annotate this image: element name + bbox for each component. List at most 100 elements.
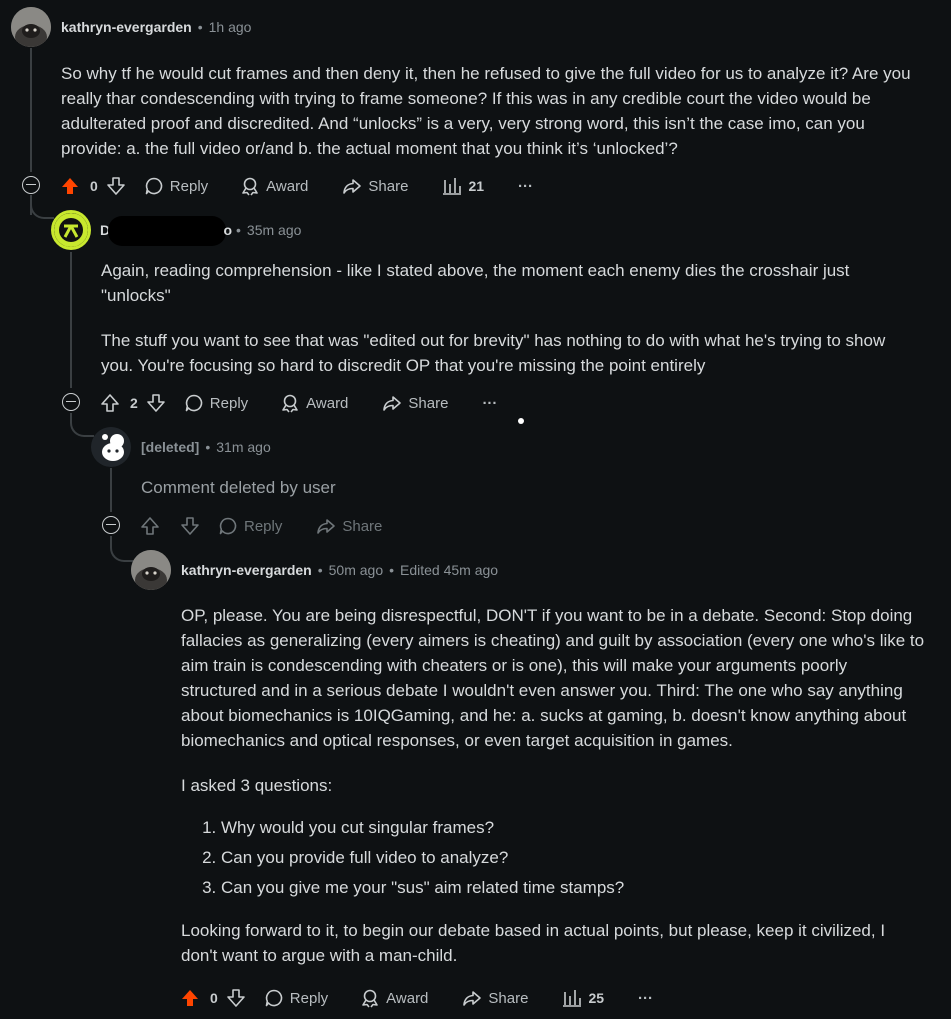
award-label: Award: [266, 177, 309, 195]
bar-chart-icon: [563, 990, 582, 1007]
bar-chart-icon: [443, 178, 462, 195]
collapse-button[interactable]: [62, 393, 80, 411]
list-item: Can you provide full video to analyze?: [221, 843, 926, 873]
downvote-button[interactable]: [226, 988, 246, 1008]
comment-actions: 0 Reply Award Share 25 ···: [180, 983, 653, 1013]
award-button[interactable]: Award: [240, 176, 308, 196]
share-button[interactable]: Share: [462, 988, 528, 1008]
award-label: Award: [306, 394, 349, 412]
share-label: Share: [368, 177, 409, 195]
deleted-message: Comment deleted by user: [141, 478, 336, 497]
downvote-button[interactable]: [146, 393, 166, 413]
comment-body: Again, reading comprehension - like I st…: [101, 258, 901, 378]
reply-icon: [145, 177, 163, 195]
award-icon: [362, 989, 378, 1008]
downvote-icon: [181, 517, 199, 535]
more-options-button[interactable]: ···: [518, 178, 533, 195]
collapse-button[interactable]: [22, 176, 40, 194]
upvote-icon: [141, 517, 159, 535]
meta-separator: •: [389, 562, 395, 578]
thread-connector: [70, 413, 94, 437]
downvote-icon: [146, 394, 165, 412]
comment-author: [deleted]: [141, 439, 200, 455]
avatar[interactable]: [131, 550, 171, 590]
reply-button[interactable]: Reply: [264, 988, 328, 1008]
comment-timestamp[interactable]: 1h ago: [209, 19, 252, 35]
list-item: Why would you cut singular frames?: [221, 813, 926, 843]
downvote-icon: [226, 989, 245, 1007]
comment-paragraph: The stuff you want to see that was "edit…: [101, 331, 886, 375]
more-options-icon: ···: [518, 177, 534, 195]
comment-timestamp[interactable]: 50m ago: [329, 562, 383, 578]
thread-line: [70, 252, 72, 388]
collapse-button[interactable]: [102, 516, 120, 534]
upvote-icon: [62, 178, 78, 194]
avatar[interactable]: [11, 7, 51, 47]
reply-label: Reply: [289, 989, 329, 1007]
thread-line: [30, 48, 32, 172]
list-item: Can you give me your "sus" aim related t…: [221, 873, 926, 903]
reply-button[interactable]: Reply: [184, 393, 248, 413]
more-options-icon: ···: [482, 394, 498, 412]
meta-separator: •: [205, 439, 211, 455]
edited-label: Edited 45m ago: [400, 562, 499, 578]
insights-button[interactable]: 21: [442, 176, 484, 196]
comment-paragraph: Again, reading comprehension - like I st…: [101, 261, 850, 305]
share-button[interactable]: Share: [342, 176, 408, 196]
share-icon: [317, 519, 336, 534]
share-icon: [463, 991, 482, 1006]
share-label: Share: [342, 517, 383, 535]
award-label: Award: [386, 989, 429, 1007]
share-button: Share: [316, 516, 382, 536]
reply-button[interactable]: Reply: [144, 176, 208, 196]
share-icon: [343, 179, 362, 194]
upvote-button[interactable]: [100, 393, 120, 413]
author-tail: o: [223, 222, 232, 238]
redaction-mark: [108, 216, 226, 246]
reply-icon: [265, 989, 283, 1007]
reply-icon: [219, 517, 237, 535]
more-options-button[interactable]: ···: [482, 395, 497, 412]
comment-timestamp[interactable]: 31m ago: [216, 439, 270, 455]
comment-body: So why tf he would cut frames and then d…: [61, 61, 927, 161]
comment-author[interactable]: kathryn-evergarden: [61, 19, 192, 35]
upvote-button: [140, 516, 160, 536]
question-list: Why would you cut singular frames? Can y…: [181, 813, 926, 903]
upvote-button[interactable]: [60, 176, 80, 196]
avatar[interactable]: [51, 210, 91, 250]
share-label: Share: [408, 394, 449, 412]
share-icon: [383, 396, 402, 411]
upvote-button[interactable]: [180, 988, 200, 1008]
thread-line: [110, 468, 112, 512]
vote-count: 0: [90, 178, 98, 194]
comment-author[interactable]: D o: [100, 216, 232, 246]
reply-icon: [185, 394, 203, 412]
reply-label: Reply: [169, 177, 209, 195]
meta-separator: •: [317, 562, 323, 578]
vote-count: 2: [130, 395, 138, 411]
vote-count: 0: [210, 990, 218, 1006]
award-icon: [282, 394, 298, 413]
reply-button: Reply: [218, 516, 282, 536]
comment-paragraph: OP, please. You are being disrespectful,…: [181, 606, 925, 750]
view-count: 21: [468, 178, 485, 194]
downvote-button: [180, 516, 200, 536]
insights-button[interactable]: 25: [562, 988, 604, 1008]
upvote-icon: [101, 394, 119, 412]
comment-author[interactable]: kathryn-evergarden: [181, 562, 312, 578]
downvote-button[interactable]: [106, 176, 126, 196]
award-button[interactable]: Award: [360, 988, 428, 1008]
comment-body: OP, please. You are being disrespectful,…: [181, 603, 926, 968]
downvote-icon: [106, 177, 125, 195]
award-button[interactable]: Award: [280, 393, 348, 413]
reply-label: Reply: [244, 517, 283, 535]
comment-timestamp[interactable]: 35m ago: [247, 222, 301, 238]
share-button[interactable]: Share: [382, 393, 448, 413]
deleted-avatar: [91, 427, 131, 467]
view-count: 25: [588, 990, 605, 1006]
comment-actions: 0 Reply Award Share 21 ···: [60, 171, 533, 201]
comment-text: So why tf he would cut frames and then d…: [61, 64, 911, 158]
thread-connector: [110, 536, 134, 562]
reply-label: Reply: [209, 394, 249, 412]
more-options-button[interactable]: ···: [638, 990, 653, 1007]
